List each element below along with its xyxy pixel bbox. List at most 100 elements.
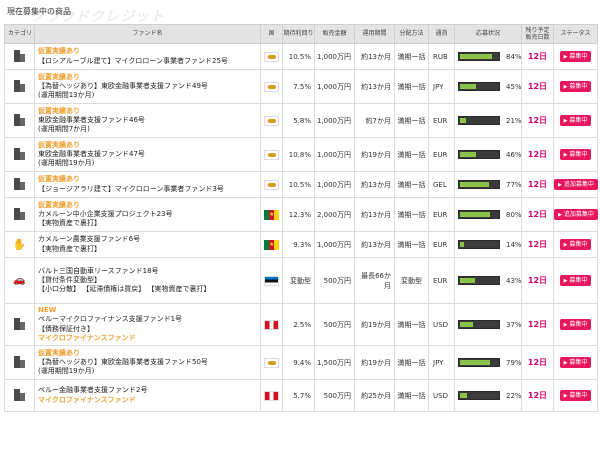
status-label: 募集中 — [569, 358, 588, 366]
progress-cell: 84% — [454, 43, 522, 70]
fund-name-link[interactable]: 【為替ヘッジあり】東欧金融事業者支援ファンド50号 — [38, 358, 257, 367]
status-button[interactable]: ▶ 募集中 — [559, 50, 592, 63]
table-row[interactable]: 仮置実績あり 東欧金融事業者支援ファンド46号 (運用期間7か月) 5.8% 1,000… — [4, 103, 598, 138]
distribution-cell: 満期一括 — [394, 197, 429, 232]
flag-cy-icon — [264, 149, 279, 160]
status-button[interactable]: ▶ 募集中 — [559, 148, 592, 161]
fund-name-link[interactable]: 【ロシアルーブル建て】マイクロローン事業者ファンド25号 — [38, 57, 257, 66]
amount-cell: 1,000万円 — [314, 69, 355, 104]
chevron-right-icon: ▶ — [558, 181, 562, 188]
fund-cell[interactable]: ペルー金融事業者支援ファンド2号 マイクロファイナンスファンド — [34, 379, 261, 412]
status-cell: ▶ 追加募集中 — [553, 171, 598, 198]
category-cell — [4, 43, 35, 70]
progress-cell: 22% — [454, 379, 522, 412]
chevron-right-icon: ▶ — [563, 83, 568, 90]
table-row[interactable]: 仮置実績ありカメルーン中小企業支援プロジェクト23号【実物資産で裏打】 12.3%… — [4, 197, 598, 232]
currency-cell: USD — [428, 379, 455, 412]
status-button[interactable]: ▶ 募集中 — [559, 274, 592, 287]
category-cell — [4, 197, 35, 232]
yield-cell: 9.3% — [282, 231, 315, 258]
fund-name-link[interactable]: 東欧金融事業者支援ファンド46号 — [38, 116, 257, 125]
fund-cell[interactable]: カメルーン農業支援ファンド6号 【実物資産で裏打】 — [34, 231, 261, 258]
table-row[interactable]: NEW ペルーマイクロファイナンス支援ファンド1号 【債務保証付き】 マイクロファイナ… — [4, 303, 598, 346]
status-cell: ▶ 募集中 — [553, 231, 598, 258]
progress-percent: 79% — [506, 358, 522, 367]
status-button[interactable]: ▶ 募集中 — [559, 238, 592, 251]
fund-name-link[interactable]: バルト三国自動車リースファンド18号 — [38, 267, 257, 276]
chevron-right-icon: ▶ — [563, 241, 568, 248]
chevron-right-icon: ▶ — [563, 117, 568, 124]
track-record-badge: 仮置実績あり — [38, 348, 80, 357]
country-cell — [260, 137, 283, 172]
status-cell: ▶ 追加募集中 — [553, 197, 598, 232]
fund-cell[interactable]: バルト三国自動車リースファンド18号 【貸付条件変動型】 【小口分散】 【延滞債権は… — [34, 257, 261, 304]
period-cell: 約7か月 — [354, 103, 395, 138]
table-row[interactable]: 仮置実績あり 【ロシアルーブル建て】マイクロローン事業者ファンド25号 10.5% 1… — [4, 43, 598, 70]
distribution-cell: 満期一括 — [394, 345, 429, 380]
fund-name-link[interactable]: ペルー金融事業者支援ファンド2号 — [38, 386, 257, 395]
status-button[interactable]: ▶ 募集中 — [559, 356, 592, 369]
progress-bar-fill — [460, 212, 490, 217]
fund-note: 【実物資産で裏打】 — [38, 219, 101, 228]
country-cell — [260, 103, 283, 138]
col-amount: 販売金額 — [314, 24, 355, 44]
progress-cell: 77% — [454, 171, 522, 198]
fund-cell[interactable]: 仮置実績あり 【為替ヘッジあり】東欧金融事業者支援ファンド49号 (運用期間13か月… — [34, 69, 261, 104]
table-row[interactable]: ペルー金融事業者支援ファンド2号 マイクロファイナンスファンド 5.7% 500万円約… — [4, 379, 598, 412]
fund-cell[interactable]: 仮置実績あり 【ジョージアラリ建て】マイクロローン事業者ファンド3号 — [34, 171, 261, 198]
fund-name-link[interactable]: 東欧金融事業者支援ファンド47号 — [38, 150, 257, 159]
car-icon: 🚗 — [13, 275, 26, 286]
status-button[interactable]: ▶ 募集中 — [559, 389, 592, 402]
fund-cell[interactable]: 仮置実績あり 【ロシアルーブル建て】マイクロローン事業者ファンド25号 — [34, 43, 261, 70]
currency-cell: EUR — [428, 137, 455, 172]
fund-cell[interactable]: 仮置実績あり カメルーン中小企業支援プロジェクト23号 【実物資産で裏打】 — [34, 197, 261, 232]
building-icon — [13, 113, 26, 126]
status-button[interactable]: ▶ 募集中 — [559, 80, 592, 93]
flag-cy-icon — [264, 179, 279, 190]
fund-cell[interactable]: 仮置実績あり 東欧金融事業者支援ファンド47号 (運用期間19か月) — [34, 137, 261, 172]
progress-percent: 22% — [506, 391, 522, 400]
days-remaining: 12日 — [521, 43, 554, 70]
progress-cell: 46% — [454, 137, 522, 172]
status-button[interactable]: ▶ 募集中 — [559, 318, 592, 331]
table-row[interactable]: 仮置実績あり 【ジョージアラリ建て】マイクロローン事業者ファンド3号 10.5% 1,… — [4, 171, 598, 198]
fund-cell[interactable]: 仮置実績あり 東欧金融事業者支援ファンド46号 (運用期間7か月) — [34, 103, 261, 138]
amount-cell: 1,000万円 — [314, 231, 355, 258]
table-row[interactable]: 仮置実績あり 【為替ヘッジあり】東欧金融事業者支援ファンド49号 (運用期間13か月… — [4, 69, 598, 104]
col-yield: 期待利回り — [282, 24, 315, 44]
track-record-badge: 仮置実績あり — [38, 200, 80, 209]
table-row[interactable]: ✋ カメルーン農業支援ファンド6号【実物資産で裏打】 9.3%1,000万円約13か… — [4, 231, 598, 258]
fund-name-link[interactable]: ペルーマイクロファイナンス支援ファンド1号 — [38, 315, 257, 324]
progress-percent: 45% — [506, 82, 522, 91]
period-cell: 約19か月 — [354, 137, 395, 172]
fund-name-link[interactable]: カメルーン農業支援ファンド6号 — [38, 235, 257, 244]
table-row[interactable]: 🚗 バルト三国自動車リースファンド18号 【貸付条件変動型】 【小口分散】 【延滞債権… — [4, 257, 598, 304]
status-label: 募集中 — [569, 320, 588, 328]
category-cell — [4, 345, 35, 380]
progress-cell: 45% — [454, 69, 522, 104]
fund-cell[interactable]: 仮置実績あり 【為替ヘッジあり】東欧金融事業者支援ファンド50号 (運用期間19か月… — [34, 345, 261, 380]
distribution-cell: 満期一括 — [394, 171, 429, 198]
fund-name-link[interactable]: カメルーン中小企業支援プロジェクト23号 — [38, 210, 257, 219]
fund-note: 【債務保証付き】 — [38, 324, 94, 333]
status-label: 募集中 — [569, 276, 588, 284]
fund-name-link[interactable]: 【為替ヘッジあり】東欧金融事業者支援ファンド49号 — [38, 82, 257, 91]
progress-cell: 14% — [454, 231, 522, 258]
days-remaining: 12日 — [521, 69, 554, 104]
fund-note: (運用期間7か月) — [38, 125, 90, 134]
table-row[interactable]: 仮置実績あり 東欧金融事業者支援ファンド47号 (運用期間19か月) 10.8% 1,0… — [4, 137, 598, 172]
status-cell: ▶ 募集中 — [553, 103, 598, 138]
fund-name-link[interactable]: 【ジョージアラリ建て】マイクロローン事業者ファンド3号 — [38, 185, 257, 194]
progress-percent: 43% — [506, 276, 522, 285]
status-cell: ▶ 募集中 — [553, 257, 598, 304]
status-button[interactable]: ▶ 追加募集中 — [554, 178, 598, 191]
fund-category-tag: マイクロファイナンスファンド — [38, 333, 136, 342]
fund-note: (運用期間13か月) — [38, 91, 95, 100]
status-button[interactable]: ▶ 募集中 — [559, 114, 592, 127]
status-button[interactable]: ▶ 追加募集中 — [554, 208, 598, 221]
status-cell: ▶ 募集中 — [553, 69, 598, 104]
building-icon — [13, 177, 26, 190]
fund-cell[interactable]: NEW ペルーマイクロファイナンス支援ファンド1号 【債務保証付き】 マイクロファイナ… — [34, 303, 261, 346]
country-cell — [260, 303, 283, 346]
table-row[interactable]: 仮置実績あり 【為替ヘッジあり】東欧金融事業者支援ファンド50号 (運用期間19か月… — [4, 345, 598, 380]
